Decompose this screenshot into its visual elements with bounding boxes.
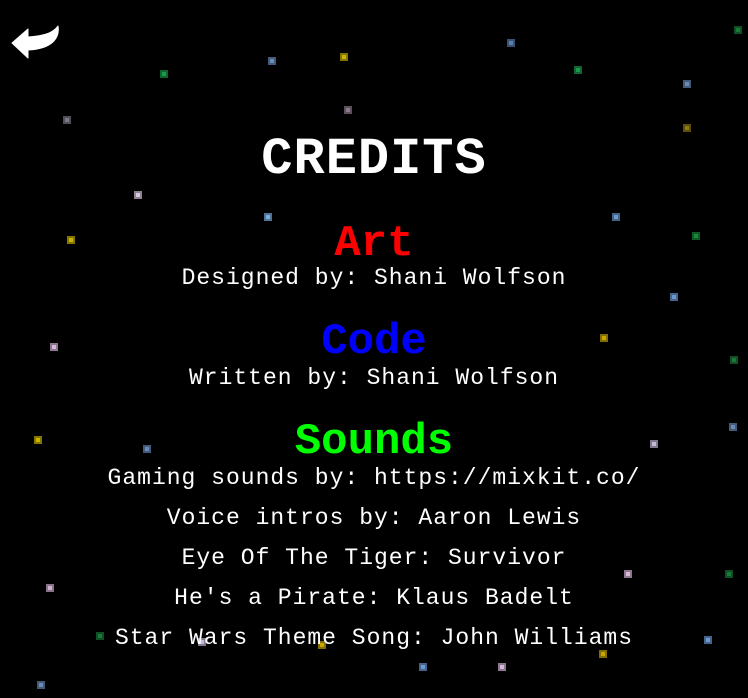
star — [63, 116, 71, 124]
art-heading: Art — [334, 219, 414, 269]
sounds-heading: Sounds — [294, 417, 454, 467]
star — [498, 663, 506, 671]
back-arrow-icon — [11, 25, 59, 59]
star — [340, 53, 348, 61]
star — [734, 26, 742, 34]
star — [507, 39, 515, 47]
star — [670, 293, 678, 301]
star — [37, 681, 45, 689]
star — [160, 70, 168, 78]
sounds-credit-line: He's a Pirate: Klaus Badelt — [174, 585, 574, 611]
sounds-credit-line: Gaming sounds by: https://mixkit.co/ — [107, 465, 641, 491]
code-credit-line: Written by: Shani Wolfson — [188, 365, 560, 391]
sounds-credit-line: Eye Of The Tiger: Survivor — [181, 545, 567, 571]
star — [268, 57, 276, 65]
code-heading: Code — [321, 317, 427, 367]
sounds-credit-line: Star Wars Theme Song: John Williams — [114, 625, 634, 651]
star — [683, 80, 691, 88]
art-credit-line: Designed by: Shani Wolfson — [181, 265, 567, 291]
star — [344, 106, 352, 114]
star — [574, 66, 582, 74]
star — [134, 191, 142, 199]
star — [419, 663, 427, 671]
back-button[interactable] — [8, 22, 64, 66]
credits-screen: CREDITS Art Designed by: Shani Wolfson C… — [0, 0, 748, 698]
page-title: CREDITS — [261, 130, 487, 189]
sounds-credit-line: Voice intros by: Aaron Lewis — [166, 505, 582, 531]
